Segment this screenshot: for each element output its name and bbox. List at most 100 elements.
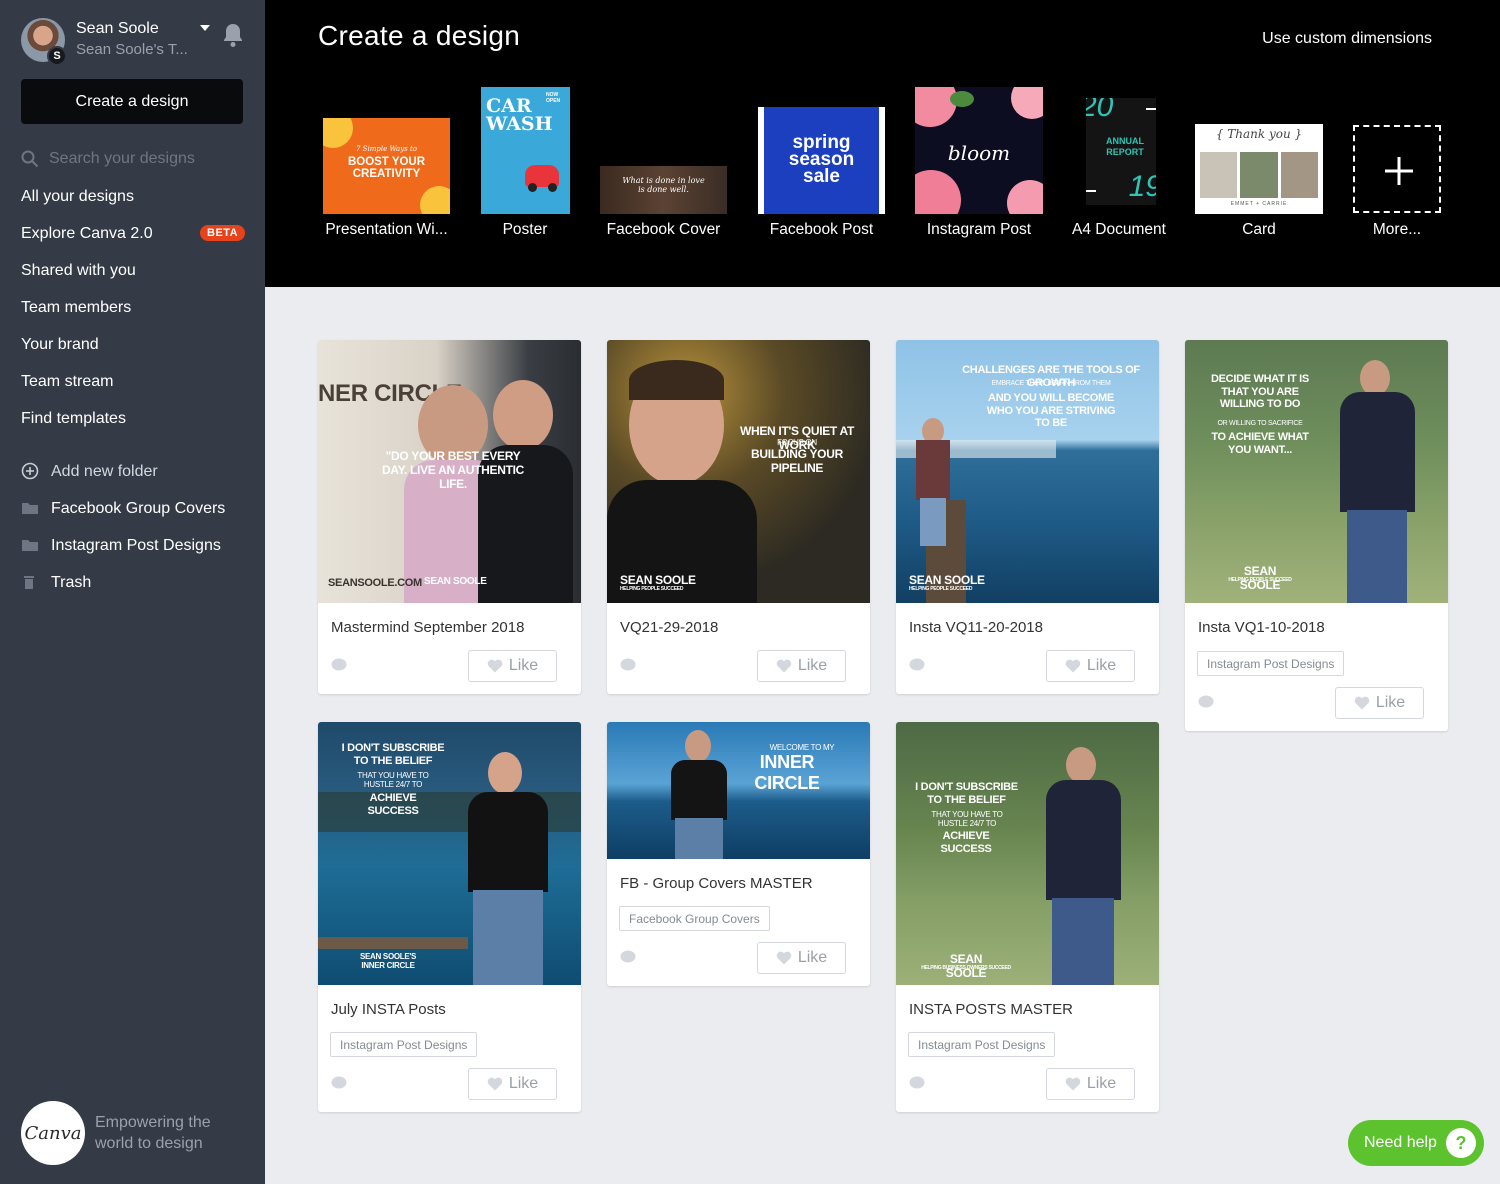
- design-title[interactable]: Insta VQ1-10-2018: [1198, 619, 1325, 636]
- user-name[interactable]: Sean Soole: [76, 20, 159, 38]
- thumb-heading: INNER CIRCLE: [754, 752, 820, 793]
- thumb-quote-2: ACHIEVE SUCCESS: [367, 792, 419, 817]
- like-button[interactable]: Like: [468, 650, 557, 682]
- thumb-brand: SEAN SOOLE'S INNER CIRCLE: [359, 952, 417, 971]
- comment-icon[interactable]: [620, 658, 636, 672]
- user-menu[interactable]: S Sean Soole Sean Soole's T...: [21, 18, 251, 66]
- thumb-text: bloom: [947, 141, 1011, 165]
- like-label: Like: [1086, 1075, 1117, 1092]
- folder-label: Facebook Group Covers: [51, 499, 226, 517]
- design-card[interactable]: DECIDE WHAT IT IS THAT YOU ARE WILLING T…: [1185, 340, 1448, 731]
- more-thumbnail: [1353, 125, 1441, 213]
- folder-trash[interactable]: Trash: [0, 564, 265, 601]
- folder-facebook-group-covers[interactable]: Facebook Group Covers: [0, 490, 265, 527]
- design-type-label: Presentation Wi...: [325, 221, 448, 238]
- design-type-presentation[interactable]: 7 Simple Ways to BOOST YOUR CREATIVITY P…: [322, 0, 451, 287]
- thumb-text: { Thank you }: [1215, 127, 1303, 141]
- plus-icon: [1385, 157, 1413, 185]
- team-name[interactable]: Sean Soole's T...: [76, 41, 188, 58]
- thumb-subtext: EMMET + CARRIE: [1230, 201, 1288, 207]
- comment-icon[interactable]: [909, 1076, 925, 1090]
- design-type-label: A4 Document: [1072, 221, 1166, 238]
- like-label: Like: [508, 657, 539, 674]
- design-card[interactable]: NER CIRCLE "DO YOUR BEST EVERY DAY. LIVE…: [318, 340, 581, 694]
- sidebar-item-explore-canva[interactable]: Explore Canva 2.0 BETA: [0, 215, 265, 252]
- add-folder-button[interactable]: Add new folder: [0, 453, 265, 490]
- thumb-brand-sub: HELPING PEOPLE SUCCEED: [909, 586, 973, 592]
- folder-tag[interactable]: Instagram Post Designs: [1197, 651, 1345, 676]
- design-thumbnail[interactable]: DECIDE WHAT IT IS THAT YOU ARE WILLING T…: [1185, 340, 1448, 603]
- like-button[interactable]: Like: [1335, 687, 1424, 719]
- search-input[interactable]: [49, 146, 239, 172]
- canva-logo[interactable]: Canva: [21, 1101, 85, 1165]
- create-design-button[interactable]: Create a design: [21, 79, 243, 124]
- like-button[interactable]: Like: [468, 1068, 557, 1100]
- design-thumbnail[interactable]: I DON'T SUBSCRIBE TO THE BELIEF THAT YOU…: [318, 722, 581, 985]
- design-title[interactable]: July INSTA Posts: [331, 1001, 446, 1018]
- design-card[interactable]: CHALLENGES ARE THE TOOLS OF GROWTH EMBRA…: [896, 340, 1159, 694]
- design-title[interactable]: Insta VQ11-20-2018: [909, 619, 1043, 636]
- sidebar-nav: All your designs Explore Canva 2.0 BETA S…: [0, 178, 280, 437]
- sidebar-item-label: All your designs: [21, 187, 134, 205]
- thumb-quote-2: TO ACHIEVE WHAT YOU WANT...: [1211, 431, 1309, 456]
- design-card[interactable]: I DON'T SUBSCRIBE TO THE BELIEF THAT YOU…: [896, 722, 1159, 1112]
- need-help-label: Need help: [1364, 1134, 1437, 1151]
- card-thumbnail: { Thank you } EMMET + CARRIE: [1195, 124, 1323, 214]
- thumb-quote-sub: THAT YOU HAVE TO HUSTLE 24/7 TO: [931, 810, 1003, 829]
- sidebar-item-shared[interactable]: Shared with you: [0, 252, 265, 289]
- like-button[interactable]: Like: [757, 650, 846, 682]
- design-thumbnail[interactable]: NER CIRCLE "DO YOUR BEST EVERY DAY. LIVE…: [318, 340, 581, 603]
- design-type-more[interactable]: More...: [1352, 0, 1442, 287]
- thumb-quote-sub: EMBRACE THEM. LEARN FROM THEM: [991, 380, 1111, 387]
- thumb-quote-sub: FOCUS ON: [777, 438, 817, 447]
- design-type-instagram-post[interactable]: bloom Instagram Post: [914, 0, 1044, 287]
- design-card[interactable]: I DON'T SUBSCRIBE TO THE BELIEF THAT YOU…: [318, 722, 581, 1112]
- design-type-card[interactable]: { Thank you } EMMET + CARRIE Card: [1194, 0, 1324, 287]
- bell-icon[interactable]: [221, 22, 245, 48]
- search-icon: [21, 150, 39, 168]
- comment-icon[interactable]: [331, 1076, 347, 1090]
- like-button[interactable]: Like: [1046, 1068, 1135, 1100]
- design-thumbnail[interactable]: CHALLENGES ARE THE TOOLS OF GROWTH EMBRA…: [896, 340, 1159, 603]
- design-type-facebook-cover[interactable]: What is done in love is done well. Faceb…: [598, 0, 729, 287]
- folder-tag[interactable]: Instagram Post Designs: [908, 1032, 1056, 1057]
- sidebar-item-team-stream[interactable]: Team stream: [0, 363, 265, 400]
- comment-icon[interactable]: [909, 658, 925, 672]
- folder-instagram-post-designs[interactable]: Instagram Post Designs: [0, 527, 265, 564]
- sidebar-item-your-brand[interactable]: Your brand: [0, 326, 265, 363]
- design-type-poster[interactable]: CAR WASH NOW OPEN Poster: [479, 0, 571, 287]
- folder-tag[interactable]: Facebook Group Covers: [619, 906, 770, 931]
- thumb-quote-sub: THAT YOU HAVE TO HUSTLE 24/7 TO: [357, 771, 429, 790]
- design-thumbnail[interactable]: I DON'T SUBSCRIBE TO THE BELIEF THAT YOU…: [896, 722, 1159, 985]
- comment-icon[interactable]: [620, 950, 636, 964]
- thumb-text: spring season sale: [788, 132, 855, 187]
- design-thumbnail[interactable]: WELCOME TO MY INNER CIRCLE: [607, 722, 870, 859]
- comment-icon[interactable]: [1198, 695, 1214, 709]
- design-type-a4-document[interactable]: 20 ANNUAL REPORT 19 A4 Document: [1072, 0, 1166, 287]
- folder-tag[interactable]: Instagram Post Designs: [330, 1032, 478, 1057]
- sidebar-item-team-members[interactable]: Team members: [0, 289, 265, 326]
- design-title[interactable]: FB - Group Covers MASTER: [620, 875, 813, 892]
- instagram-post-thumbnail: bloom: [915, 87, 1043, 214]
- design-title[interactable]: Mastermind September 2018: [331, 619, 524, 636]
- design-thumbnail[interactable]: WHEN IT'S QUIET AT WORK FOCUS ON BUILDIN…: [607, 340, 870, 603]
- need-help-button[interactable]: Need help ?: [1348, 1120, 1484, 1166]
- design-card[interactable]: WHEN IT'S QUIET AT WORK FOCUS ON BUILDIN…: [607, 340, 870, 694]
- design-title[interactable]: VQ21-29-2018: [620, 619, 718, 636]
- design-title[interactable]: INSTA POSTS MASTER: [909, 1001, 1073, 1018]
- create-design-bar: Create a design Use custom dimensions 7 …: [265, 0, 1500, 287]
- design-card[interactable]: WELCOME TO MY INNER CIRCLE FB - Group Co…: [607, 722, 870, 986]
- heart-icon: [487, 659, 503, 673]
- sidebar-item-find-templates[interactable]: Find templates: [0, 400, 265, 437]
- thumb-text: BOOST YOUR CREATIVITY: [347, 156, 426, 180]
- sidebar-item-all-designs[interactable]: All your designs: [0, 178, 280, 216]
- comment-icon[interactable]: [331, 658, 347, 672]
- chevron-down-icon[interactable]: [200, 25, 210, 31]
- like-label: Like: [797, 657, 828, 674]
- thumb-brand-sub: HELPING BUSINESS OWNERS SUCCEED: [921, 965, 1011, 971]
- design-type-facebook-post[interactable]: spring season sale Facebook Post: [757, 0, 886, 287]
- sidebar-item-label: Find templates: [21, 409, 126, 427]
- like-button[interactable]: Like: [757, 942, 846, 974]
- team-badge: S: [47, 46, 67, 66]
- like-button[interactable]: Like: [1046, 650, 1135, 682]
